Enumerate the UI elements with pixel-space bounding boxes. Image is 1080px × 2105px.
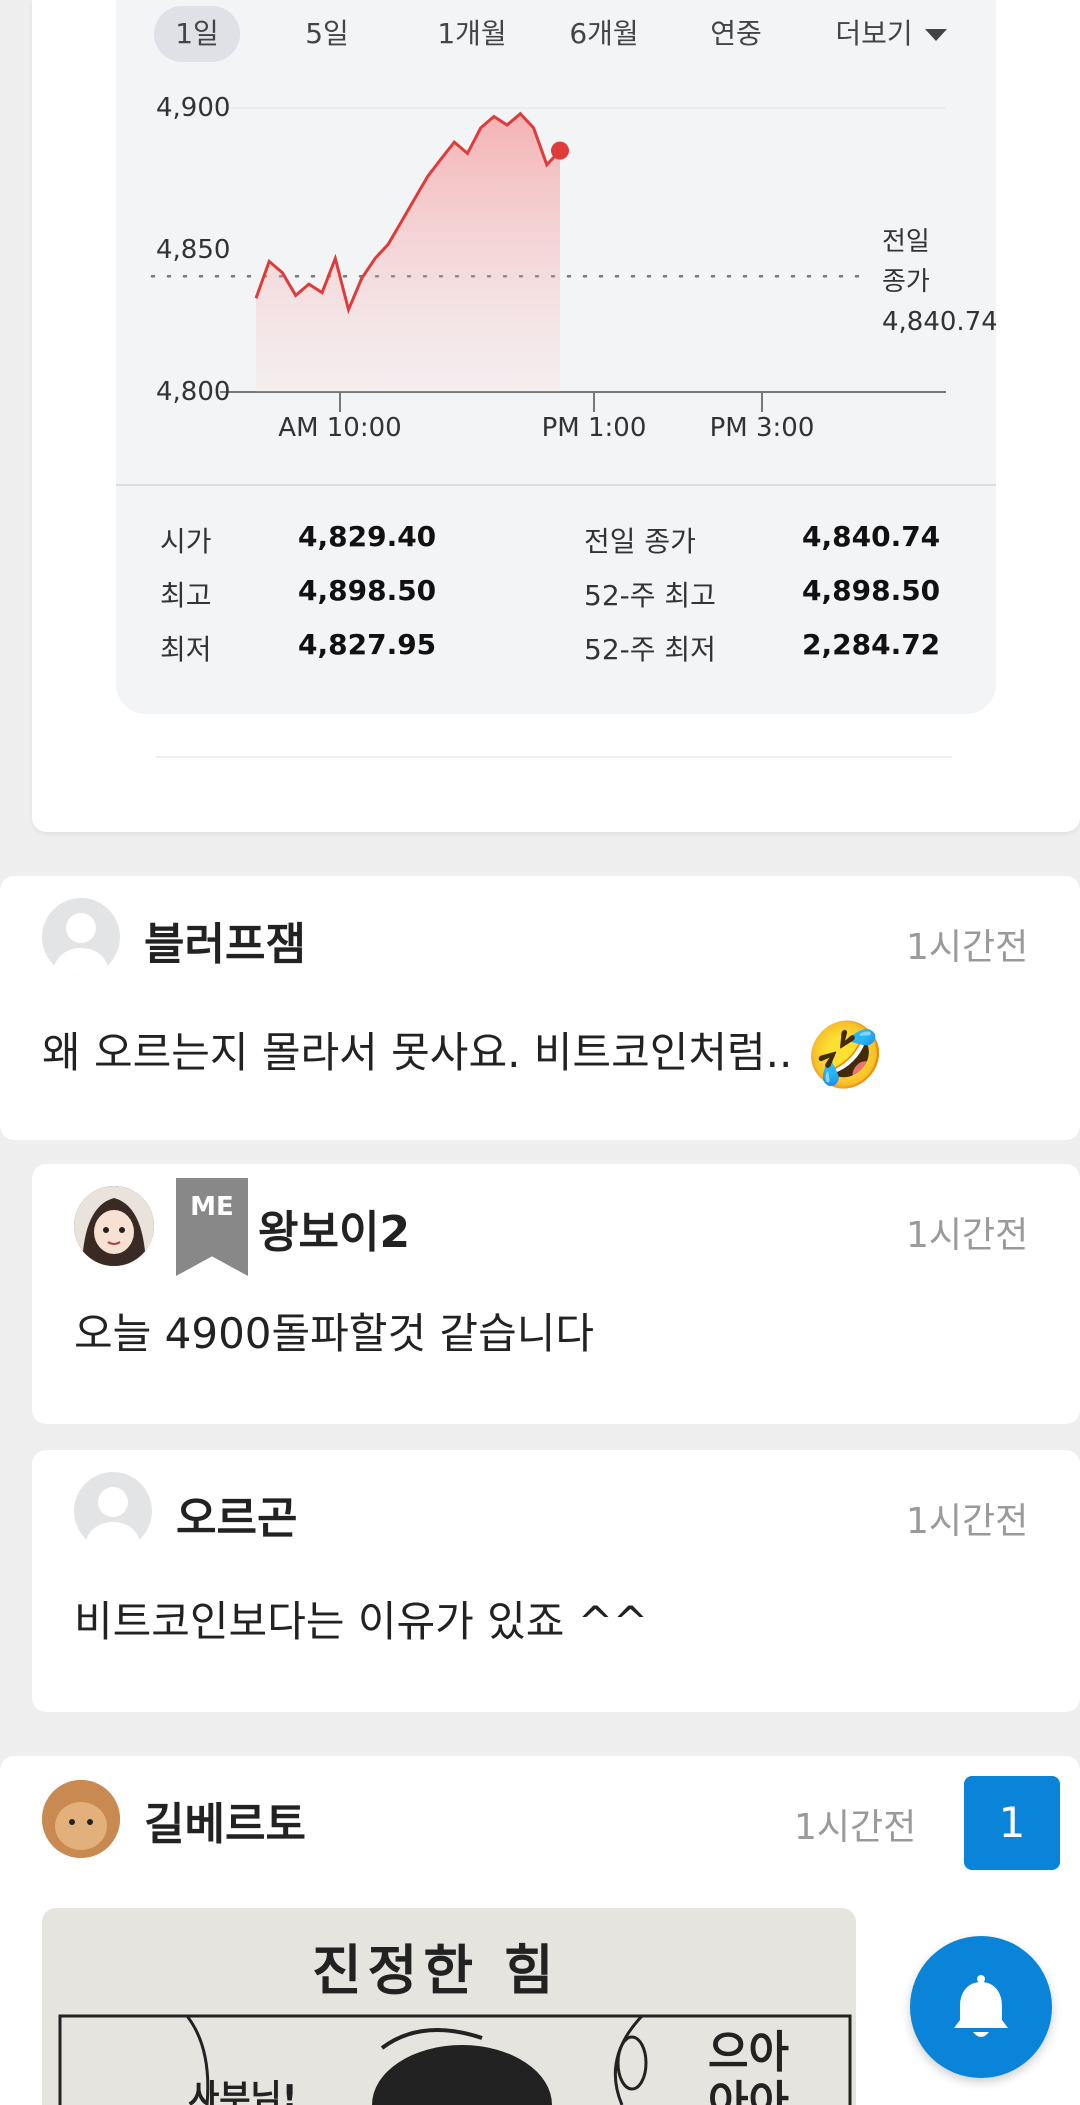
tab-6m[interactable]: 6개월 [544, 6, 664, 62]
price-area [256, 113, 560, 392]
avatar[interactable] [42, 1780, 120, 1858]
image-text-3: 아아 [708, 2077, 789, 2105]
previous-close-label: 종가 [882, 267, 930, 297]
comment-time: 1시간전 [906, 1215, 1029, 1256]
stat-52w-low-label: 52-주 최저 [584, 633, 716, 666]
comment-item: 오르곤 1시간전 비트코인보다는 이유가 있죠 ^^ [32, 1450, 1080, 1712]
avatar[interactable] [74, 1186, 154, 1266]
rofl-emoji-icon: 🤣 [805, 1019, 886, 1093]
stat-open-value: 4,829.40 [298, 520, 437, 553]
stat-prev-close-value: 4,840.74 [802, 520, 941, 553]
x-tick-label: PM 1:00 [542, 413, 647, 443]
notification-button[interactable] [910, 1936, 1052, 2078]
y-tick-label: 4,800 [156, 377, 230, 407]
x-tick-label: PM 3:00 [710, 413, 815, 443]
avatar[interactable] [42, 898, 120, 976]
stat-low-value: 4,827.95 [298, 628, 437, 661]
price-chart-svg: 4,900 4,850 4,800 AM 10:00 PM 1:00 PM 3:00 전일종… [150, 93, 998, 443]
me-badge: ME [176, 1178, 248, 1276]
comment-time: 1시간전 [794, 1807, 917, 1848]
tab-1m[interactable]: 1개월 [412, 6, 532, 62]
stat-open-label: 시가 [160, 525, 212, 558]
stat-52w-high-value: 4,898.50 [802, 574, 941, 607]
anime-avatar-icon [74, 1186, 154, 1266]
me-badge-label: ME [190, 1192, 234, 1222]
tab-ytd[interactable]: 연중 [686, 6, 786, 62]
stat-52w-high-label: 52-주 최고 [584, 579, 716, 612]
tab-5d[interactable]: 5일 [284, 6, 370, 62]
x-tick-label: AM 10:00 [278, 413, 401, 443]
person-icon [54, 913, 108, 976]
comment-username[interactable]: 블러프잼 [144, 908, 306, 972]
stock-panel: 1일 5일 1개월 6개월 연중 더보기 4,900 4,850 4,800 A… [116, 0, 998, 714]
comment-body: 왜 오르는지 몰라서 못사요. 비트코인처럼.. [42, 1028, 793, 1077]
comment-username[interactable]: 길베르토 [144, 1788, 306, 1852]
image-text-1: 사부님! [188, 2078, 298, 2105]
bell-icon [954, 1975, 1008, 2037]
comment-text: 오늘 4900돌파할것 같습니다 [74, 1309, 594, 1358]
tab-1d[interactable]: 1일 [154, 6, 240, 62]
tab-more[interactable]: 더보기 [816, 6, 966, 62]
comment-item: 블러프잼 1시간전 왜 오르는지 몰라서 못사요. 비트코인처럼.. 🤣 [0, 876, 1080, 1140]
comment-username[interactable]: 왕보이2 [258, 1196, 410, 1260]
comment-time: 1시간전 [906, 927, 1029, 968]
previous-close-label: 전일 [882, 227, 930, 257]
stat-52w-low-value: 2,284.72 [802, 628, 941, 661]
card-separator [156, 756, 952, 758]
avatar[interactable] [74, 1472, 152, 1550]
y-tick-label: 4,850 [156, 235, 230, 265]
stats-divider [116, 484, 996, 486]
stat-prev-close-label: 전일 종가 [584, 525, 696, 558]
stat-high-value: 4,898.50 [298, 574, 437, 607]
tab-more-label: 더보기 [835, 17, 913, 50]
comment-image[interactable]: 진정한 힘 사부님! 으아 아아 [42, 1908, 856, 2105]
cat-avatar-icon [42, 1780, 120, 1858]
range-tabs: 1일 5일 1개월 6개월 연중 더보기 [116, 0, 996, 70]
previous-close-label: 4,840.74 [882, 307, 996, 337]
stat-low-label: 최저 [160, 633, 212, 666]
comment-text: 왜 오르는지 몰라서 못사요. 비트코인처럼.. 🤣 [42, 1018, 885, 1093]
last-price-dot [551, 141, 569, 160]
stat-high-label: 최고 [160, 579, 212, 612]
comment-time: 1시간전 [906, 1501, 1029, 1542]
comment-username[interactable]: 오르곤 [176, 1482, 297, 1546]
comment-text: 비트코인보다는 이유가 있죠 ^^ [74, 1597, 649, 1646]
reply-count-button[interactable]: 1 [964, 1776, 1060, 1870]
price-chart: 4,900 4,850 4,800 AM 10:00 PM 1:00 PM 3:00 전일종… [116, 70, 998, 460]
comment-item: ME 왕보이2 1시간전 오늘 4900돌파할것 같습니다 [32, 1164, 1080, 1424]
stock-card: 1일 5일 1개월 6개월 연중 더보기 4,900 4,850 4,800 A… [32, 0, 1080, 832]
chevron-down-icon [924, 29, 947, 41]
person-icon [86, 1487, 140, 1550]
y-tick-label: 4,900 [156, 93, 230, 123]
